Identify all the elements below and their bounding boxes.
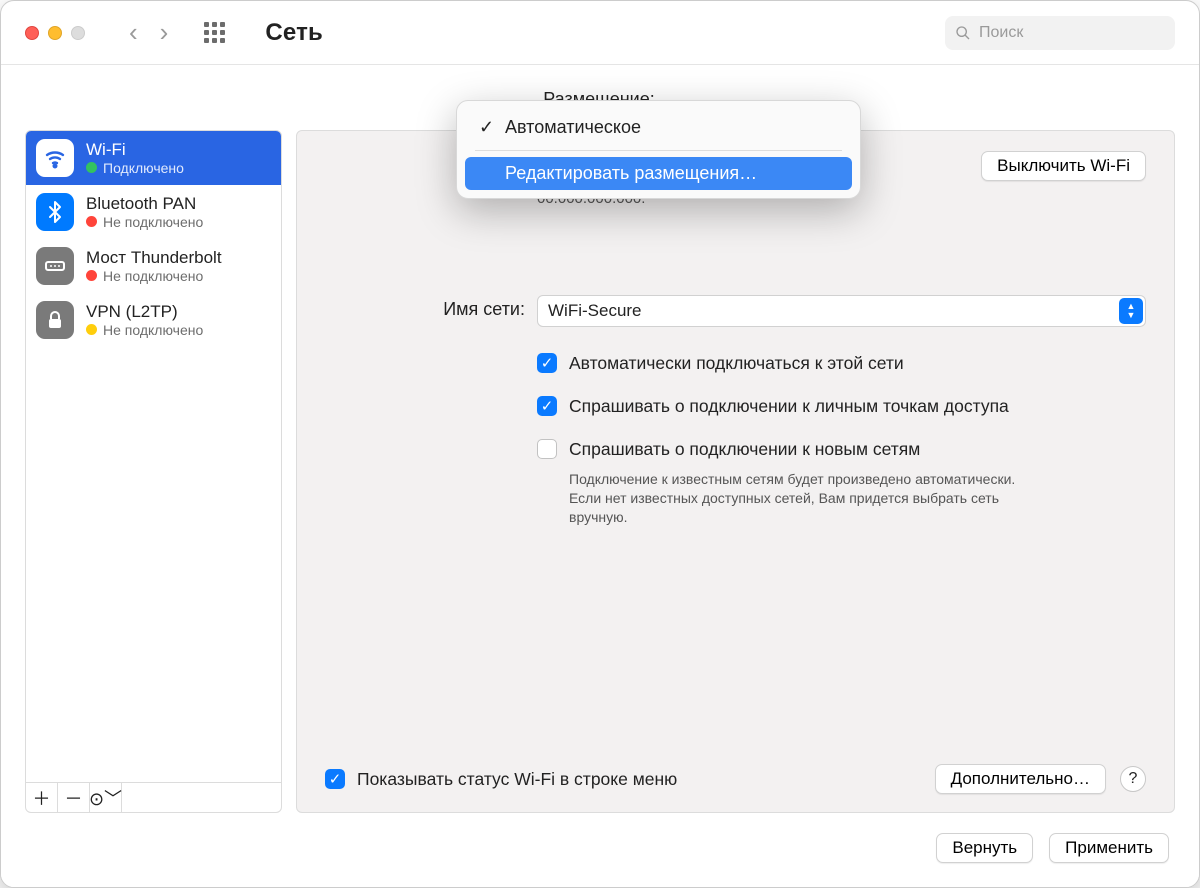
service-name: Мост Thunderbolt — [86, 248, 222, 268]
minimize-window-button[interactable] — [48, 26, 62, 40]
network-name-value: WiFi-Secure — [548, 301, 642, 321]
advanced-button[interactable]: Дополнительно… — [935, 764, 1106, 794]
checkbox-label: Автоматически подключаться к этой сети — [569, 353, 904, 374]
updown-icon: ▲▼ — [1119, 298, 1143, 324]
check-icon: ✓ — [479, 117, 495, 138]
checkbox-label: Показывать статус Wi-Fi в строке меню — [357, 769, 677, 790]
location-option-auto[interactable]: ✓ Автоматическое — [465, 111, 852, 144]
menu-divider — [475, 150, 842, 151]
network-name-select[interactable]: WiFi-Secure ▲▼ — [537, 295, 1146, 327]
search-placeholder: Поиск — [979, 24, 1023, 42]
ask-new-help-text: Подключение к известным сетям будет прои… — [569, 470, 1049, 527]
lock-icon — [36, 301, 74, 339]
close-window-button[interactable] — [25, 26, 39, 40]
search-field[interactable]: Поиск — [945, 16, 1175, 50]
revert-button[interactable]: Вернуть — [936, 833, 1033, 863]
zoom-window-button — [71, 26, 85, 40]
location-popup-menu: ✓ Автоматическое Редактировать размещени… — [456, 100, 861, 199]
network-name-label: Имя сети: — [325, 295, 525, 527]
apply-button[interactable]: Применить — [1049, 833, 1169, 863]
checkbox-icon: ✓ — [325, 769, 345, 789]
status-dot-icon — [86, 216, 97, 227]
help-button[interactable]: ? — [1120, 766, 1146, 792]
service-name: Bluetooth PAN — [86, 194, 203, 214]
service-name: Wi-Fi — [86, 140, 184, 160]
service-status: Не подключено — [86, 268, 222, 284]
show-status-menubar-checkbox[interactable]: ✓ Показывать статус Wi-Fi в строке меню — [325, 769, 677, 790]
forward-button: › — [160, 17, 169, 48]
bluetooth-icon — [36, 193, 74, 231]
service-item-vpn[interactable]: VPN (L2TP) Не подключено — [26, 293, 281, 347]
back-button[interactable]: ‹ — [129, 17, 138, 48]
remove-service-button[interactable]: － — [58, 783, 90, 812]
service-name: VPN (L2TP) — [86, 302, 203, 322]
status-dot-icon — [86, 270, 97, 281]
checkbox-icon — [537, 439, 557, 459]
location-option-edit[interactable]: Редактировать размещения… — [465, 157, 852, 190]
search-icon — [955, 25, 971, 41]
ask-new-networks-checkbox[interactable]: Спрашивать о подключении к новым сетям — [537, 439, 1146, 460]
location-option-label: Автоматическое — [505, 117, 641, 138]
service-item-wifi[interactable]: Wi-Fi Подключено — [26, 131, 281, 185]
wifi-icon — [36, 139, 74, 177]
nav-buttons: ‹ › — [129, 17, 168, 48]
service-sidebar: Wi-Fi Подключено Bluetooth PAN Не подклю… — [25, 130, 282, 813]
footer: Вернуть Применить — [25, 833, 1175, 863]
status-dot-icon — [86, 162, 97, 173]
location-option-label: Редактировать размещения… — [505, 163, 757, 184]
service-status: Не подключено — [86, 214, 203, 230]
auto-join-checkbox[interactable]: ✓ Автоматически подключаться к этой сети — [537, 353, 1146, 374]
checkbox-label: Спрашивать о подключении к личным точкам… — [569, 396, 1009, 417]
window-controls — [25, 26, 85, 40]
ask-personal-hotspot-checkbox[interactable]: ✓ Спрашивать о подключении к личным точк… — [537, 396, 1146, 417]
columns: Wi-Fi Подключено Bluetooth PAN Не подклю… — [25, 130, 1175, 813]
checkbox-icon: ✓ — [537, 353, 557, 373]
window-title: Сеть — [265, 19, 323, 47]
checkbox-icon: ✓ — [537, 396, 557, 416]
service-status: Подключено — [86, 160, 184, 176]
add-service-button[interactable]: ＋ — [26, 783, 58, 812]
service-list: Wi-Fi Подключено Bluetooth PAN Не подклю… — [26, 131, 281, 782]
turn-off-wifi-button[interactable]: Выключить Wi-Fi — [981, 151, 1146, 181]
status-dot-icon — [86, 324, 97, 335]
checkbox-label: Спрашивать о подключении к новым сетям — [569, 439, 920, 460]
bridge-icon — [36, 247, 74, 285]
service-status: Не подключено — [86, 322, 203, 338]
sidebar-toolbar: ＋ － ⊙﹀ — [26, 782, 281, 812]
service-item-bluetooth[interactable]: Bluetooth PAN Не подключено — [26, 185, 281, 239]
service-actions-button[interactable]: ⊙﹀ — [90, 783, 122, 812]
detail-panel: Статус: Подключено Wi-Fi подключен к «Wi… — [296, 130, 1175, 813]
preferences-window: ‹ › Сеть Поиск ✓ Автоматическое Редактир… — [0, 0, 1200, 888]
all-preferences-button[interactable] — [204, 22, 225, 43]
service-item-thunderbolt[interactable]: Мост Thunderbolt Не подключено — [26, 239, 281, 293]
titlebar: ‹ › Сеть Поиск — [1, 1, 1199, 65]
